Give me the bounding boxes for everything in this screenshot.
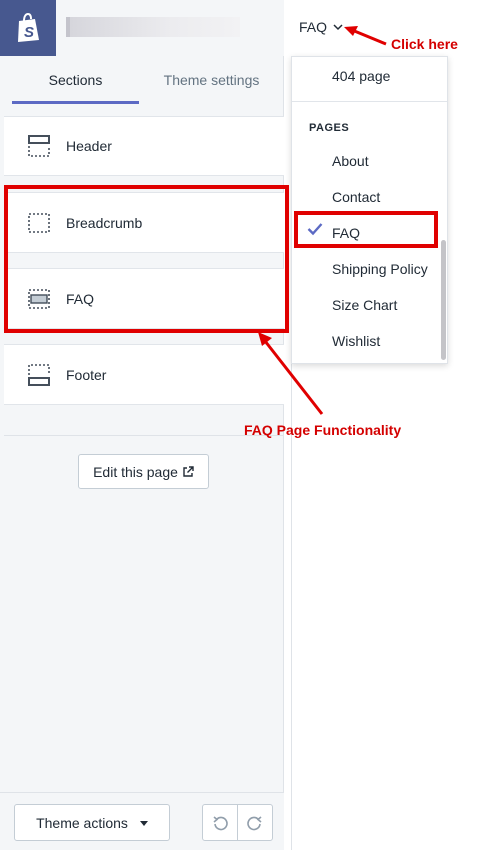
edit-page-button[interactable]: Edit this page: [78, 454, 209, 489]
menu-item-shipping-policy[interactable]: Shipping Policy: [332, 261, 428, 277]
svg-text:S: S: [24, 24, 34, 41]
current-page-label: FAQ: [299, 19, 328, 35]
undo-icon: [213, 815, 228, 830]
caret-down-icon: [139, 821, 148, 826]
theme-actions-button[interactable]: Theme actions: [14, 804, 170, 841]
store-name-placeholder: [66, 17, 240, 37]
menu-item-contact[interactable]: Contact: [332, 189, 380, 205]
menu-item-wishlist[interactable]: Wishlist: [332, 333, 380, 349]
menu-item-about[interactable]: About: [332, 153, 369, 169]
page-dropdown-menu: 404 page PAGES About Contact FAQ Shippin…: [291, 56, 448, 364]
faq-menu-highlight: [294, 211, 438, 248]
chevron-down-icon[interactable]: [333, 23, 343, 31]
footer-section-icon: [28, 363, 50, 386]
menu-item-size-chart[interactable]: Size Chart: [332, 297, 397, 313]
menu-separator: [292, 101, 447, 102]
shopify-logo[interactable]: S: [0, 0, 56, 56]
page-selector[interactable]: FAQ: [299, 16, 343, 38]
menu-item-404[interactable]: 404 page: [332, 68, 390, 84]
redo-button[interactable]: [237, 805, 272, 840]
section-item-header[interactable]: Header: [4, 116, 284, 176]
external-link-icon: [183, 465, 194, 477]
click-here-annotation: Click here: [391, 36, 458, 52]
menu-heading-pages: PAGES: [309, 122, 350, 134]
section-item-footer[interactable]: Footer: [4, 344, 284, 405]
theme-actions-label: Theme actions: [36, 814, 128, 831]
sections-divider: [4, 435, 284, 436]
redo-icon: [247, 815, 262, 830]
active-tab-indicator: [12, 101, 139, 104]
tab-theme-settings[interactable]: Theme settings: [139, 56, 284, 105]
edit-page-label: Edit this page: [93, 463, 178, 480]
undo-redo-group: [202, 804, 273, 841]
section-label: Footer: [66, 366, 107, 383]
faq-section-highlight: [4, 185, 289, 333]
undo-button[interactable]: [203, 805, 237, 840]
header-section-icon: [28, 135, 50, 157]
tab-sections[interactable]: Sections: [12, 56, 139, 105]
sidebar-tabs: Sections Theme settings: [0, 56, 284, 105]
section-label: Header: [66, 138, 112, 154]
faq-functionality-annotation: FAQ Page Functionality: [244, 422, 402, 438]
shopify-bag-icon: S: [18, 13, 39, 42]
dropdown-scrollbar[interactable]: [441, 240, 446, 360]
